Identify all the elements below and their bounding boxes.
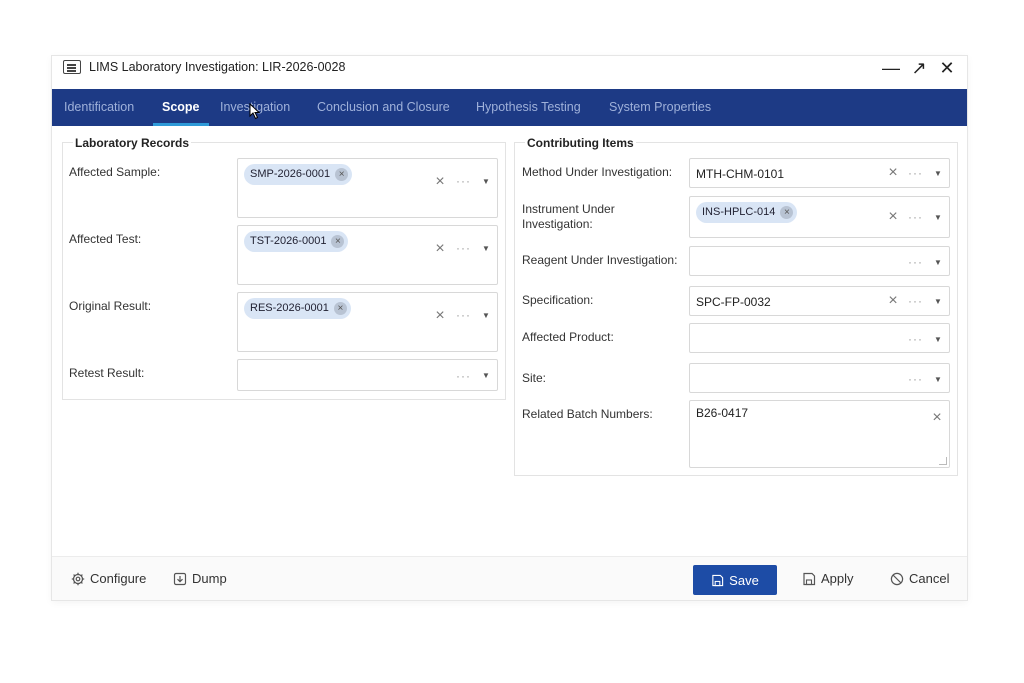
window-title: LIMS Laboratory Investigation: LIR-2026-… [89,60,346,74]
dialog-footer: Configure Dump Save Apply Cancel [52,556,967,600]
mouse-cursor-icon [249,103,261,120]
close-window-button[interactable]: ✕ [937,58,957,78]
apply-icon [803,572,816,585]
cancel-label: Cancel [909,571,950,586]
app-icon [63,60,81,74]
chevron-down-icon[interactable]: ▼ [933,169,943,179]
chevron-down-icon[interactable]: ▼ [481,177,491,187]
instrument-under-investigation-chip: INS-HPLC-014 × [696,202,798,223]
affected-sample-chip: SMP-2026-0001 × [244,164,353,185]
cancel-icon [890,572,904,585]
related-batch-numbers-label: Related Batch Numbers: [522,407,653,421]
specification-value: SPC-FP-0032 [696,295,771,309]
more-options-icon[interactable]: ··· [456,309,474,321]
affected-test-label: Affected Test: [69,232,142,246]
more-options-icon[interactable]: ··· [908,333,926,345]
configure-button[interactable]: Configure [71,571,146,586]
laboratory-records-title: Laboratory Records [73,136,192,150]
clear-icon[interactable]: × [886,165,900,181]
affected-sample-chip-label: SMP-2026-0001 [250,168,331,180]
tab-bar: Identification Scope Investigation Concl… [52,89,967,126]
dump-label: Dump [192,571,227,586]
save-icon [712,574,724,586]
chevron-down-icon[interactable]: ▼ [933,213,943,223]
method-under-investigation-value: MTH-CHM-0101 [696,167,785,181]
specification-label: Specification: [522,293,594,307]
remove-chip-icon[interactable]: × [780,206,794,219]
clear-icon[interactable]: × [433,241,447,257]
affected-test-chip-label: TST-2026-0001 [250,235,327,247]
more-options-icon[interactable]: ··· [908,256,926,268]
affected-test-field[interactable]: TST-2026-0001 × × ··· ▼ [237,225,498,285]
original-result-chip-label: RES-2026-0001 [250,302,329,314]
dump-icon [173,572,187,585]
affected-product-field[interactable]: ··· ▼ [689,323,950,353]
chevron-down-icon[interactable]: ▼ [481,371,491,381]
more-options-icon[interactable]: ··· [456,175,474,187]
tab-identification[interactable]: Identification [64,89,134,126]
method-under-investigation-label: Method Under Investigation: [522,165,673,179]
specification-field[interactable]: SPC-FP-0032 × ··· ▼ [689,286,950,316]
tab-conclusion-and-closure[interactable]: Conclusion and Closure [317,89,450,126]
remove-chip-icon[interactable]: × [333,302,347,315]
contributing-items-group: Contributing Items Method Under Investig… [514,136,958,476]
chevron-down-icon[interactable]: ▼ [933,258,943,268]
retest-result-field[interactable]: ··· ▼ [237,359,498,391]
affected-test-chip: TST-2026-0001 × [244,231,349,252]
affected-sample-label: Affected Sample: [69,165,161,179]
more-options-icon[interactable]: ··· [908,211,926,223]
title-bar: LIMS Laboratory Investigation: LIR-2026-… [52,56,967,89]
minimize-button[interactable]: — [881,58,901,78]
instrument-under-investigation-field[interactable]: INS-HPLC-014 × × ··· ▼ [689,196,950,238]
contributing-items-title: Contributing Items [525,136,636,150]
clear-icon[interactable]: × [930,410,944,426]
chevron-down-icon[interactable]: ▼ [933,297,943,307]
original-result-chip: RES-2026-0001 × [244,298,351,319]
gear-icon [71,572,85,585]
remove-chip-icon[interactable]: × [331,235,345,248]
original-result-label: Original Result: [69,299,152,313]
instrument-under-investigation-chip-label: INS-HPLC-014 [702,206,776,218]
related-batch-numbers-textarea[interactable]: B26-0417 × [689,400,950,468]
clear-icon[interactable]: × [886,209,900,225]
save-label: Save [729,572,759,588]
cancel-button[interactable]: Cancel [890,571,949,586]
more-options-icon[interactable]: ··· [456,370,474,382]
related-batch-numbers-value: B26-0417 [696,406,749,420]
more-options-icon[interactable]: ··· [908,167,926,179]
remove-chip-icon[interactable]: × [335,168,349,181]
reagent-under-investigation-field[interactable]: ··· ▼ [689,246,950,276]
clear-icon[interactable]: × [433,308,447,324]
chevron-down-icon[interactable]: ▼ [481,311,491,321]
chevron-down-icon[interactable]: ▼ [481,244,491,254]
laboratory-records-group: Laboratory Records Affected Sample: SMP-… [62,136,506,400]
site-label: Site: [522,371,547,385]
apply-label: Apply [821,571,854,586]
tab-scope[interactable]: Scope [153,89,208,126]
more-options-icon[interactable]: ··· [908,373,926,385]
original-result-field[interactable]: RES-2026-0001 × × ··· ▼ [237,292,498,352]
instrument-under-investigation-label: Instrument Under Investigation: [522,202,615,231]
more-options-icon[interactable]: ··· [456,242,474,254]
more-options-icon[interactable]: ··· [908,295,926,307]
retest-result-label: Retest Result: [69,366,145,380]
affected-sample-field[interactable]: SMP-2026-0001 × × ··· ▼ [237,158,498,218]
apply-button[interactable]: Apply [802,571,854,586]
reagent-under-investigation-label: Reagent Under Investigation: [522,253,678,267]
chevron-down-icon[interactable]: ▼ [933,335,943,345]
investigation-window: LIMS Laboratory Investigation: LIR-2026-… [52,56,967,600]
affected-product-label: Affected Product: [522,330,614,344]
maximize-button[interactable]: ↗ [909,58,929,78]
tab-hypothesis-testing[interactable]: Hypothesis Testing [476,89,581,126]
clear-icon[interactable]: × [886,293,900,309]
save-button[interactable]: Save [693,565,777,595]
dump-button[interactable]: Dump [173,571,227,586]
tab-system-properties[interactable]: System Properties [609,89,711,126]
method-under-investigation-field[interactable]: MTH-CHM-0101 × ··· ▼ [689,158,950,188]
site-field[interactable]: ··· ▼ [689,363,950,393]
chevron-down-icon[interactable]: ▼ [933,375,943,385]
clear-icon[interactable]: × [433,174,447,190]
resize-handle-icon[interactable] [939,457,947,465]
configure-label: Configure [90,571,147,586]
